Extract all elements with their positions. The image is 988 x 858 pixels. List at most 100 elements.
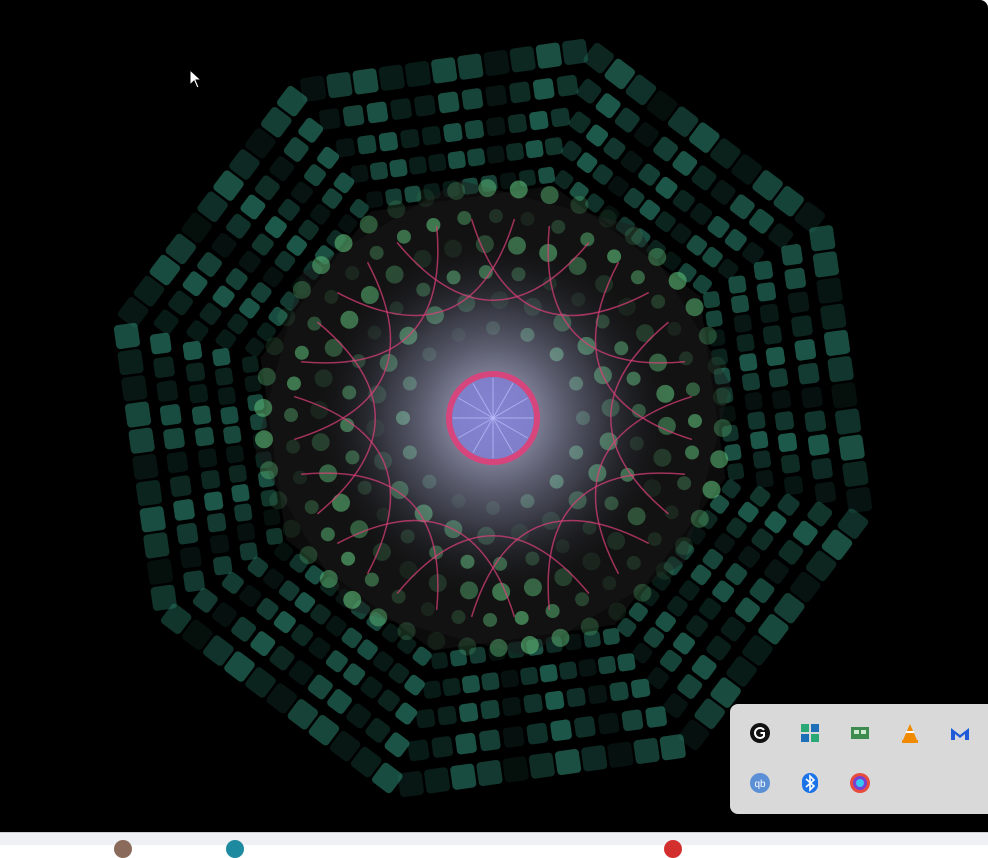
visualizer-tile: [308, 637, 331, 660]
visualizer-tile: [200, 469, 221, 490]
visualizer-tile: [502, 756, 529, 783]
visualizer-dot: [647, 532, 662, 547]
visualizer-tile: [350, 164, 369, 183]
visualizer-tile: [421, 125, 442, 146]
visualizer-tile: [787, 291, 810, 314]
visualizer-dot: [483, 612, 498, 627]
visualizer-dot: [551, 628, 570, 647]
visualizer-dot: [607, 249, 622, 264]
visualizer-dot: [687, 413, 702, 428]
visualizer-tile: [199, 302, 222, 325]
visualizer-dot: [387, 200, 406, 219]
visualizer-tile: [135, 480, 163, 507]
visualizer-tile: [597, 655, 617, 675]
visualizer-tile: [783, 475, 804, 496]
visualizer-tile: [342, 104, 365, 127]
visualizer-tile: [366, 101, 389, 124]
visualizer-tile: [231, 616, 257, 642]
visualizer-tile: [532, 78, 555, 100]
visualizer-tile: [807, 501, 833, 527]
visualizer-tile: [529, 110, 549, 131]
visualizer-tile: [149, 332, 172, 355]
visualizer-tile: [586, 124, 609, 147]
visualizer-tile: [124, 401, 152, 428]
visualizer-tile: [634, 122, 659, 147]
taskbar-app-2[interactable]: [226, 840, 244, 858]
visualizer-tile: [132, 453, 159, 480]
visualizer-tile: [450, 763, 477, 790]
visualizer-tile: [188, 383, 209, 404]
visualizer-tile: [486, 116, 506, 137]
visualizer-tile: [143, 532, 170, 559]
visualizer-dot: [690, 509, 709, 528]
malwarebytes-icon[interactable]: [948, 721, 972, 745]
visualizer-tile: [712, 580, 735, 603]
visualizer-tile: [182, 340, 203, 361]
visualizer-tile: [384, 732, 410, 758]
visualizer-tile: [725, 563, 748, 586]
visualizer-dot: [651, 294, 666, 309]
visualizer-tile: [431, 736, 454, 758]
qbittorrent-icon[interactable]: qb: [748, 771, 772, 795]
visualizer-dot: [626, 555, 641, 570]
visualizer-dot: [685, 382, 700, 397]
visualizer-dot: [269, 491, 288, 510]
visualizer-dot: [514, 610, 529, 625]
visualizer-tile: [319, 108, 341, 130]
visualizer-tile: [128, 427, 155, 454]
visualizer-dot: [677, 476, 692, 491]
green-puzzle-app-icon[interactable]: [798, 721, 822, 745]
visualizer-tile: [721, 479, 741, 499]
visualizer-dot: [257, 367, 276, 386]
visualizer-tile: [566, 687, 586, 708]
grammarly-icon[interactable]: [748, 721, 772, 745]
visualizer-tile: [283, 137, 309, 162]
visualizer-tile: [455, 732, 477, 755]
visualizer-tile: [804, 410, 827, 432]
visualizer-dot: [685, 445, 700, 460]
visualizer-tile: [212, 348, 231, 367]
visualizer-tile: [739, 353, 758, 372]
visualizer-tile: [749, 578, 775, 604]
visualizer-dot: [551, 219, 566, 234]
visualizer-tile: [544, 690, 565, 711]
visualizer-tile: [597, 712, 620, 735]
visualizer-tile: [638, 163, 661, 186]
visualizer-tile: [327, 689, 352, 714]
visualizer-tile: [741, 372, 761, 391]
visualizer-tile: [147, 558, 174, 585]
visualizer-tile: [595, 93, 621, 119]
visualizer-tile: [831, 382, 858, 409]
taskbar-app-1[interactable]: [114, 840, 132, 858]
bluetooth-icon[interactable]: [798, 771, 822, 795]
visualizer-tile: [691, 654, 717, 680]
visualizer-tile: [437, 705, 457, 726]
network-card-icon[interactable]: [848, 721, 872, 745]
visualizer-tile: [827, 356, 854, 383]
visualizer-tile: [153, 309, 179, 335]
visualizer-tile: [467, 148, 486, 167]
visualizer-tile: [538, 166, 556, 184]
visualizer-tile: [163, 427, 185, 450]
vlc-icon[interactable]: [898, 721, 922, 745]
visualizer-tile: [250, 631, 276, 657]
visualizer-tile: [559, 661, 578, 680]
visualizer-tile: [505, 142, 525, 161]
visualizer-tile: [300, 75, 327, 102]
visualizer-tile: [728, 275, 747, 294]
visualizer-tile: [738, 545, 761, 568]
visualizer-dot: [294, 345, 309, 360]
visualizer-tile: [176, 522, 199, 545]
visualizer-tile: [554, 170, 574, 190]
edge-canary-icon[interactable]: [848, 771, 872, 795]
visualizer-tile: [206, 512, 227, 533]
visualizer-tile: [407, 739, 430, 762]
visualizer-tile: [792, 520, 818, 546]
taskbar-app-3[interactable]: [664, 840, 682, 858]
visualizer-tile: [555, 748, 582, 776]
visualizer-tile: [574, 716, 596, 738]
visualizer-tile: [238, 250, 261, 273]
visualizer-tile: [288, 660, 314, 685]
visualizer-tile: [672, 189, 695, 212]
visualizer-dot: [489, 638, 508, 657]
